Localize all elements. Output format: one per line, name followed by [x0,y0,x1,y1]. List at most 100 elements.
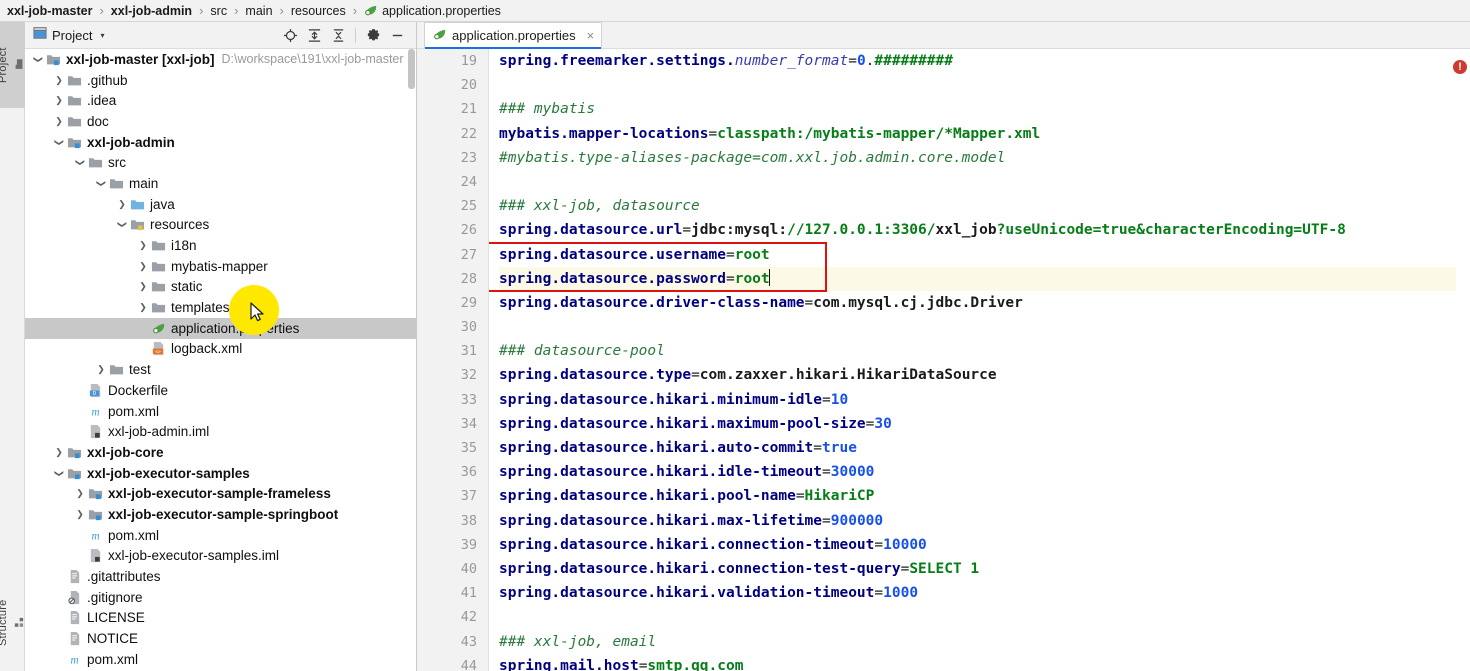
code-line[interactable] [499,315,1470,339]
code-line[interactable]: spring.datasource.hikari.connection-test… [499,557,1470,581]
tree-row[interactable]: xxl-job-executor-samples.iml [25,546,416,567]
tree-row[interactable]: NOTICE [25,628,416,649]
breadcrumb-item-resources[interactable]: resources [290,4,347,18]
error-badge-icon[interactable]: ! [1453,60,1467,74]
code-line[interactable]: spring.datasource.url=jdbc:mysql://127.0… [499,218,1470,242]
settings-gear-icon[interactable] [362,25,384,46]
chevron-right-icon[interactable]: ❯ [136,281,150,292]
project-tree[interactable]: ❯ xxl-job-master [xxl-job] D:\workspace\19… [25,49,416,671]
tree-row[interactable]: ❯ .github [25,70,416,91]
code-line[interactable]: spring.mail.host=smtp.qq.com [499,654,1470,671]
code-line[interactable]: spring.datasource.type=com.zaxxer.hikari… [499,363,1470,387]
chevron-right-icon[interactable]: ❯ [52,116,66,127]
code-editor[interactable]: 19 20 21 22 23 24 25 26 27 28 29 30 31 32 33 34 35 36 37 38… [417,49,1470,671]
tree-row[interactable]: application.properties [25,317,416,339]
project-panel-title-group[interactable]: Project ▾ [29,26,104,45]
breadcrumb-item-application-properties[interactable]: application.properties [363,3,502,18]
code-line[interactable]: ### datasource-pool [499,339,1470,363]
tree-row[interactable]: ❯ doc [25,111,416,132]
tree-row[interactable]: LICENSE [25,608,416,629]
code-line[interactable]: ### xxl-job, datasource [499,194,1470,218]
error-marker-strip[interactable]: ! [1453,49,1470,671]
breadcrumb-item-xxl-job-admin[interactable]: xxl-job-admin [110,4,193,18]
locate-in-tree-icon[interactable] [279,25,301,46]
expand-all-icon[interactable] [303,25,325,46]
code-token: jdbc:mysql: [691,222,788,239]
chevron-down-icon[interactable]: ❯ [54,466,65,480]
tree-row[interactable]: ❯ xxl-job-executor-sample-frameless [25,483,416,504]
chevron-right-icon[interactable]: ❯ [136,261,150,272]
chevron-down-icon[interactable]: ❯ [96,176,107,190]
breadcrumb-item-src[interactable]: src [209,4,228,18]
chevron-right-icon[interactable]: ❯ [52,95,66,106]
code-line[interactable] [499,605,1470,629]
chevron-down-icon[interactable]: ❯ [75,156,86,170]
tree-row[interactable]: D Dockerfile [25,380,416,401]
code-line[interactable]: spring.datasource.hikari.auto-commit=tru… [499,436,1470,460]
chevron-down-icon[interactable]: ▾ [100,31,104,40]
tree-row[interactable]: <> logback.xml [25,339,416,360]
tree-row[interactable]: ❯ mybatis-mapper [25,256,416,277]
code-token: number_format [734,53,849,69]
chevron-down-icon[interactable]: ❯ [117,218,128,232]
breadcrumb-item-xxl-job-master[interactable]: xxl-job-master [6,4,93,18]
chevron-right-icon[interactable]: ❯ [73,488,87,499]
tree-row[interactable]: ❯ i18n [25,235,416,256]
code-line[interactable]: spring.datasource.hikari.connection-time… [499,533,1470,557]
tree-row[interactable]: ❯ xxl-job-executor-samples [25,463,416,484]
code-line[interactable]: spring.datasource.hikari.minimum-idle=10 [499,388,1470,412]
code-line[interactable] [499,170,1470,194]
code-line[interactable]: spring.datasource.hikari.validation-time… [499,581,1470,605]
tree-row[interactable]: ❯ xxl-job-admin [25,132,416,153]
tree-row[interactable]: ❯ xxl-job-executor-sample-springboot [25,504,416,525]
chevron-down-icon[interactable]: ❯ [33,52,44,66]
code-line[interactable]: spring.datasource.password=root [499,266,1470,291]
tree-row[interactable]: ❯ static [25,277,416,298]
tree-row[interactable]: xxl-job-admin.iml [25,421,416,442]
tree-row[interactable]: m pom.xml [25,649,416,670]
chevron-down-icon[interactable]: ❯ [54,135,65,149]
code-line[interactable]: spring.datasource.hikari.maximum-pool-si… [499,412,1470,436]
chevron-right-icon[interactable]: ❯ [73,509,87,520]
code-line[interactable] [499,73,1470,97]
tree-row[interactable]: m pom.xml [25,401,416,422]
hide-panel-icon[interactable] [386,25,408,46]
tree-row[interactable]: ❯ java [25,194,416,215]
chevron-right-icon[interactable]: ❯ [94,364,108,375]
code-content[interactable]: spring.freemarker.settings.number_format… [489,49,1470,671]
tree-row[interactable]: .gitignore [25,587,416,608]
tree-row[interactable]: ❯ .idea [25,90,416,111]
code-line[interactable]: ### xxl-job, email [499,630,1470,654]
chevron-right-icon[interactable]: ❯ [52,447,66,458]
tree-row[interactable]: m pom.xml [25,525,416,546]
tree-row[interactable]: ❯ resources [25,215,416,236]
tool-window-tab-structure[interactable]: Structure [0,575,25,671]
code-line[interactable]: spring.datasource.hikari.pool-name=Hikar… [499,484,1470,508]
tree-row[interactable]: ❯ test [25,359,416,380]
chevron-right-icon[interactable]: ❯ [52,75,66,86]
tree-row[interactable]: .gitattributes [25,566,416,587]
code-line[interactable]: #mybatis.type-aliases-package=com.xxl.jo… [499,146,1470,170]
breadcrumb-item-main[interactable]: main [244,4,273,18]
code-line[interactable]: spring.datasource.hikari.max-lifetime=90… [499,509,1470,533]
code-token: spring.datasource.driver-class-name [499,294,805,311]
code-line[interactable]: ### mybatis [499,97,1470,121]
collapse-all-icon[interactable] [327,25,349,46]
chevron-right-icon[interactable]: ❯ [115,199,129,210]
tool-window-tab-project[interactable]: Project [0,22,25,108]
code-line[interactable]: spring.datasource.username=root [499,243,1470,267]
tree-row[interactable]: ❯ xxl-job-core [25,442,416,463]
code-line[interactable]: spring.datasource.driver-class-name=com.… [499,291,1470,315]
tree-row[interactable]: ❯ xxl-job-master [xxl-job] D:\workspace\19… [25,49,416,70]
editor-tab-application-properties[interactable]: application.properties × [424,22,603,49]
tree-row[interactable]: ❯ src [25,152,416,173]
tree-row[interactable]: ❯ templates [25,297,416,318]
code-line[interactable]: spring.datasource.hikari.idle-timeout=30… [499,460,1470,484]
close-icon[interactable]: × [587,28,595,43]
tree-row-label: NOTICE [87,631,139,647]
chevron-right-icon[interactable]: ❯ [136,302,150,313]
code-line[interactable]: spring.freemarker.settings.number_format… [499,49,1470,73]
code-line[interactable]: mybatis.mapper-locations=classpath:/myba… [499,122,1470,146]
chevron-right-icon[interactable]: ❯ [136,240,150,251]
tree-row[interactable]: ❯ main [25,173,416,194]
